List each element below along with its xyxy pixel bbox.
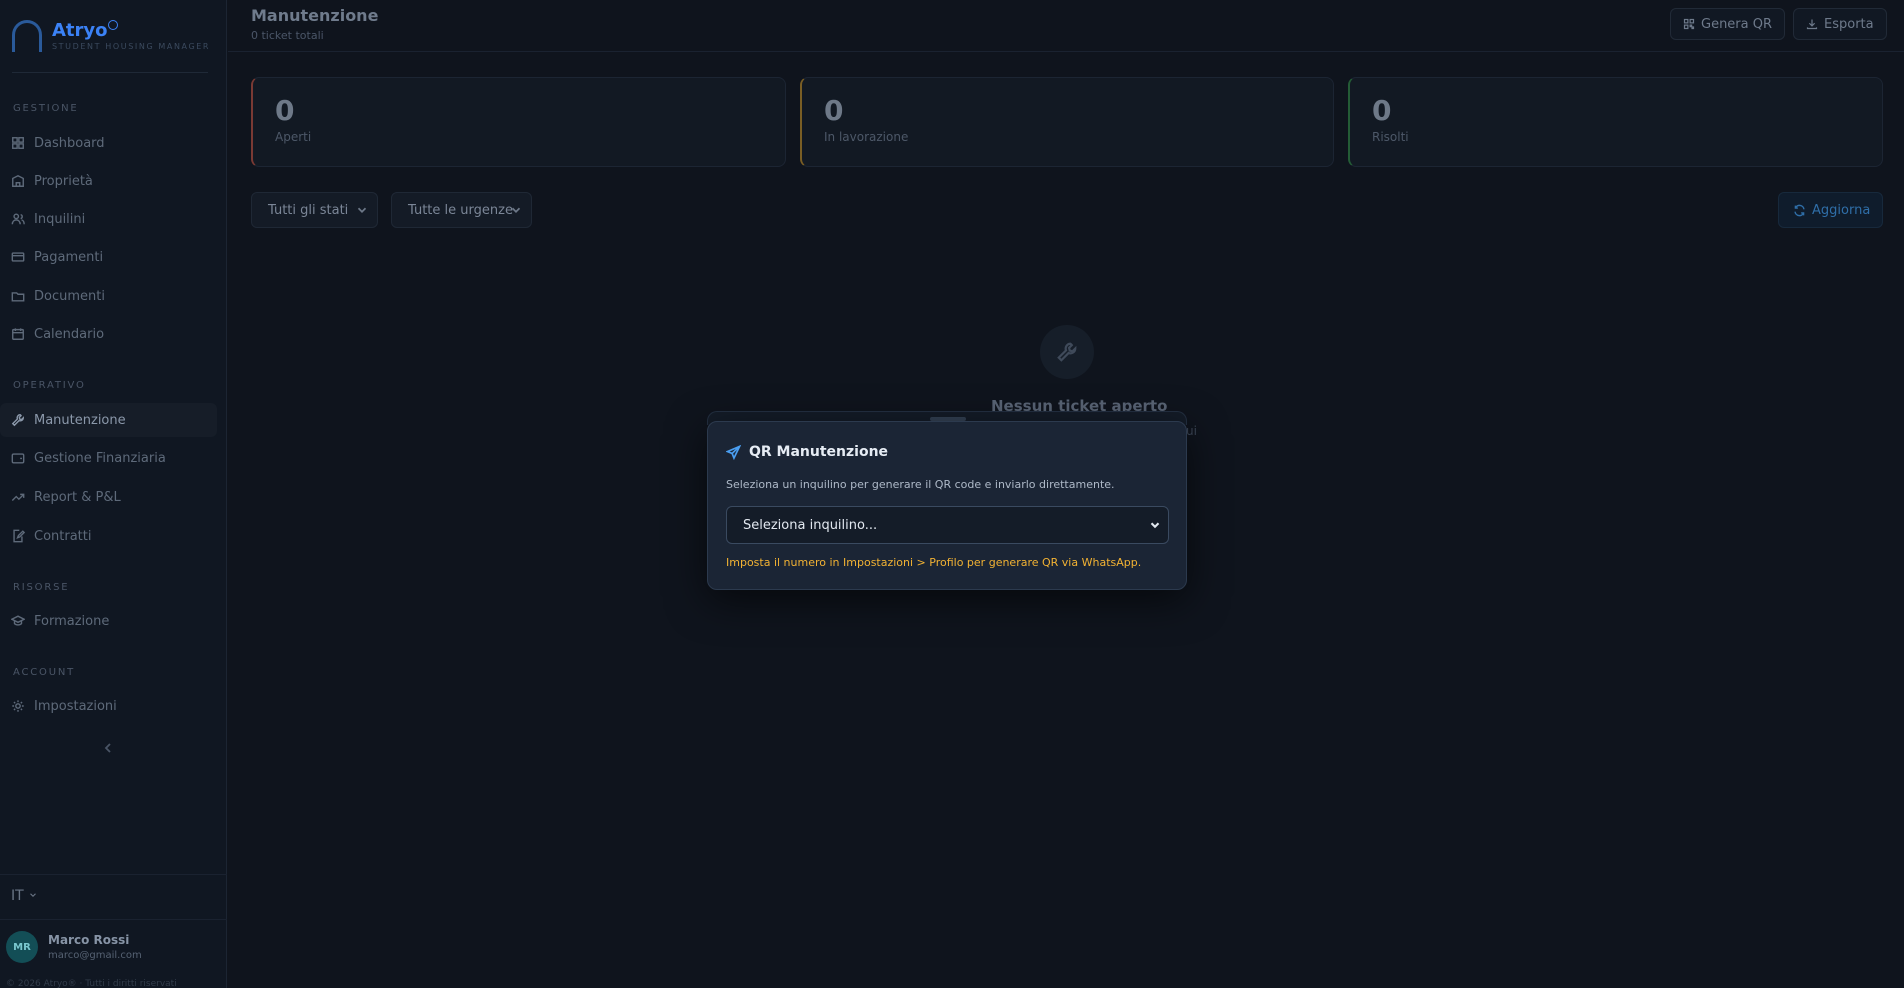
language-selector[interactable]: IT — [11, 888, 38, 904]
modal-header: QR Manutenzione — [726, 444, 888, 460]
brand-logo[interactable]: Atryo STUDENT HOUSING MANAGER — [12, 16, 212, 56]
download-icon — [1806, 19, 1818, 30]
building-icon — [11, 174, 25, 188]
divider — [12, 72, 208, 73]
sidebar-item-pagamenti[interactable]: Pagamenti — [0, 240, 217, 274]
sidebar-item-label: Formazione — [34, 613, 110, 629]
collapse-sidebar-button[interactable] — [100, 740, 116, 756]
tenant-select-value: Seleziona inquilino... — [743, 517, 878, 533]
sidebar-item-report[interactable]: Report & P&L — [0, 480, 217, 514]
section-label-gestione: GESTIONE — [13, 103, 79, 114]
sidebar-item-label: Gestione Finanziaria — [34, 450, 166, 466]
aggiorna-button[interactable]: Aggiorna — [1778, 192, 1883, 228]
esporta-button[interactable]: Esporta — [1793, 8, 1887, 40]
section-label-account: ACCOUNT — [13, 667, 76, 678]
aggiorna-label: Aggiorna — [1812, 202, 1871, 218]
stat-label: In lavorazione — [824, 130, 909, 144]
modal-description: Seleziona un inquilino per generare il Q… — [726, 478, 1115, 491]
stat-card-aperti: 0 Aperti — [251, 77, 786, 167]
gear-icon — [11, 699, 25, 713]
sidebar: Atryo STUDENT HOUSING MANAGER GESTIONE D… — [0, 0, 227, 988]
sidebar-item-contratti[interactable]: Contratti — [0, 519, 217, 553]
folder-icon — [11, 289, 25, 303]
stat-card-in-lavorazione: 0 In lavorazione — [800, 77, 1334, 167]
empty-state-text: ui — [1186, 424, 1197, 438]
esporta-label: Esporta — [1824, 16, 1874, 32]
section-label-risorse: RISORSE — [13, 582, 70, 593]
ticket-count: 0 ticket totali — [251, 29, 324, 42]
avatar: MR — [6, 931, 38, 963]
sidebar-item-dashboard[interactable]: Dashboard — [0, 126, 217, 160]
stat-value: 0 — [824, 94, 844, 127]
language-code: IT — [11, 888, 24, 904]
chevron-down-icon — [30, 893, 37, 898]
sidebar-item-label: Proprietà — [34, 173, 93, 189]
sidebar-item-gestione-finanziaria[interactable]: Gestione Finanziaria — [0, 441, 217, 475]
stat-label: Aperti — [275, 130, 312, 144]
refresh-icon — [1794, 204, 1805, 216]
divider — [0, 919, 227, 920]
sidebar-item-label: Dashboard — [34, 135, 105, 151]
qr-code-icon — [1683, 18, 1695, 30]
stat-card-risolti: 0 Risolti — [1348, 77, 1883, 167]
sidebar-item-label: Pagamenti — [34, 249, 104, 265]
calendar-icon — [11, 327, 25, 341]
chevron-down-icon — [1148, 518, 1162, 532]
credit-card-icon — [11, 250, 25, 264]
stat-value: 0 — [1372, 94, 1392, 127]
grid-icon — [11, 136, 25, 150]
graduation-cap-icon — [10, 614, 26, 628]
sidebar-item-impostazioni[interactable]: Impostazioni — [0, 689, 217, 723]
tenant-select[interactable]: Seleziona inquilino... — [726, 506, 1169, 544]
page-title: Manutenzione — [251, 6, 379, 25]
genera-qr-label: Genera QR — [1701, 16, 1773, 32]
user-profile[interactable]: MR Marco Rossi marco@gmail.com — [6, 931, 216, 967]
registered-icon — [108, 20, 118, 30]
modal-title: QR Manutenzione — [749, 444, 889, 460]
chevron-down-icon — [509, 203, 523, 217]
trending-up-icon — [11, 490, 25, 504]
page-header: Manutenzione 0 ticket totali Genera QR E… — [228, 0, 1904, 52]
sidebar-item-inquilini[interactable]: Inquilini — [0, 202, 217, 236]
sidebar-item-label: Calendario — [34, 326, 105, 342]
chevron-left-icon — [104, 743, 111, 753]
section-label-operativo: OPERATIVO — [13, 380, 86, 391]
sidebar-item-label: Contratti — [34, 528, 92, 544]
divider — [0, 874, 227, 875]
user-email: marco@gmail.com — [48, 950, 142, 961]
urgency-filter-select[interactable]: Tutte le urgenze — [391, 192, 532, 228]
logo-mark-icon — [12, 20, 42, 52]
brand-tagline: STUDENT HOUSING MANAGER — [52, 42, 211, 51]
sidebar-item-documenti[interactable]: Documenti — [0, 279, 217, 313]
wallet-icon — [11, 451, 25, 465]
sidebar-item-manutenzione[interactable]: Manutenzione — [0, 403, 217, 437]
sidebar-item-calendario[interactable]: Calendario — [0, 317, 217, 351]
sidebar-item-label: Documenti — [34, 288, 105, 304]
urgency-filter-value: Tutte le urgenze — [408, 202, 513, 218]
genera-qr-button[interactable]: Genera QR — [1670, 8, 1786, 40]
status-filter-select[interactable]: Tutti gli stati — [251, 192, 378, 228]
whatsapp-warning: Imposta il numero in Impostazioni > Prof… — [726, 556, 1142, 569]
sidebar-item-label: Impostazioni — [34, 698, 117, 714]
brand-name: Atryo — [52, 20, 108, 41]
chevron-down-icon — [355, 203, 369, 217]
sidebar-item-label: Manutenzione — [34, 412, 126, 428]
user-name: Marco Rossi — [48, 933, 130, 947]
sidebar-item-label: Inquilini — [34, 211, 86, 227]
sidebar-item-formazione[interactable]: Formazione — [0, 604, 217, 638]
sidebar-item-proprieta[interactable]: Proprietà — [0, 164, 217, 198]
wrench-icon — [11, 413, 25, 427]
status-filter-value: Tutti gli stati — [268, 202, 349, 218]
file-edit-icon — [11, 529, 26, 543]
stat-label: Risolti — [1372, 130, 1409, 144]
users-icon — [11, 212, 25, 226]
copyright: © 2026 Atryo® · Tutti i diritti riservat… — [6, 979, 177, 988]
sidebar-item-label: Report & P&L — [34, 489, 121, 505]
empty-state-wrench-icon — [1040, 325, 1094, 379]
send-icon — [726, 444, 741, 460]
stat-value: 0 — [275, 94, 295, 127]
qr-manutenzione-modal: QR Manutenzione Seleziona un inquilino p… — [707, 421, 1187, 590]
